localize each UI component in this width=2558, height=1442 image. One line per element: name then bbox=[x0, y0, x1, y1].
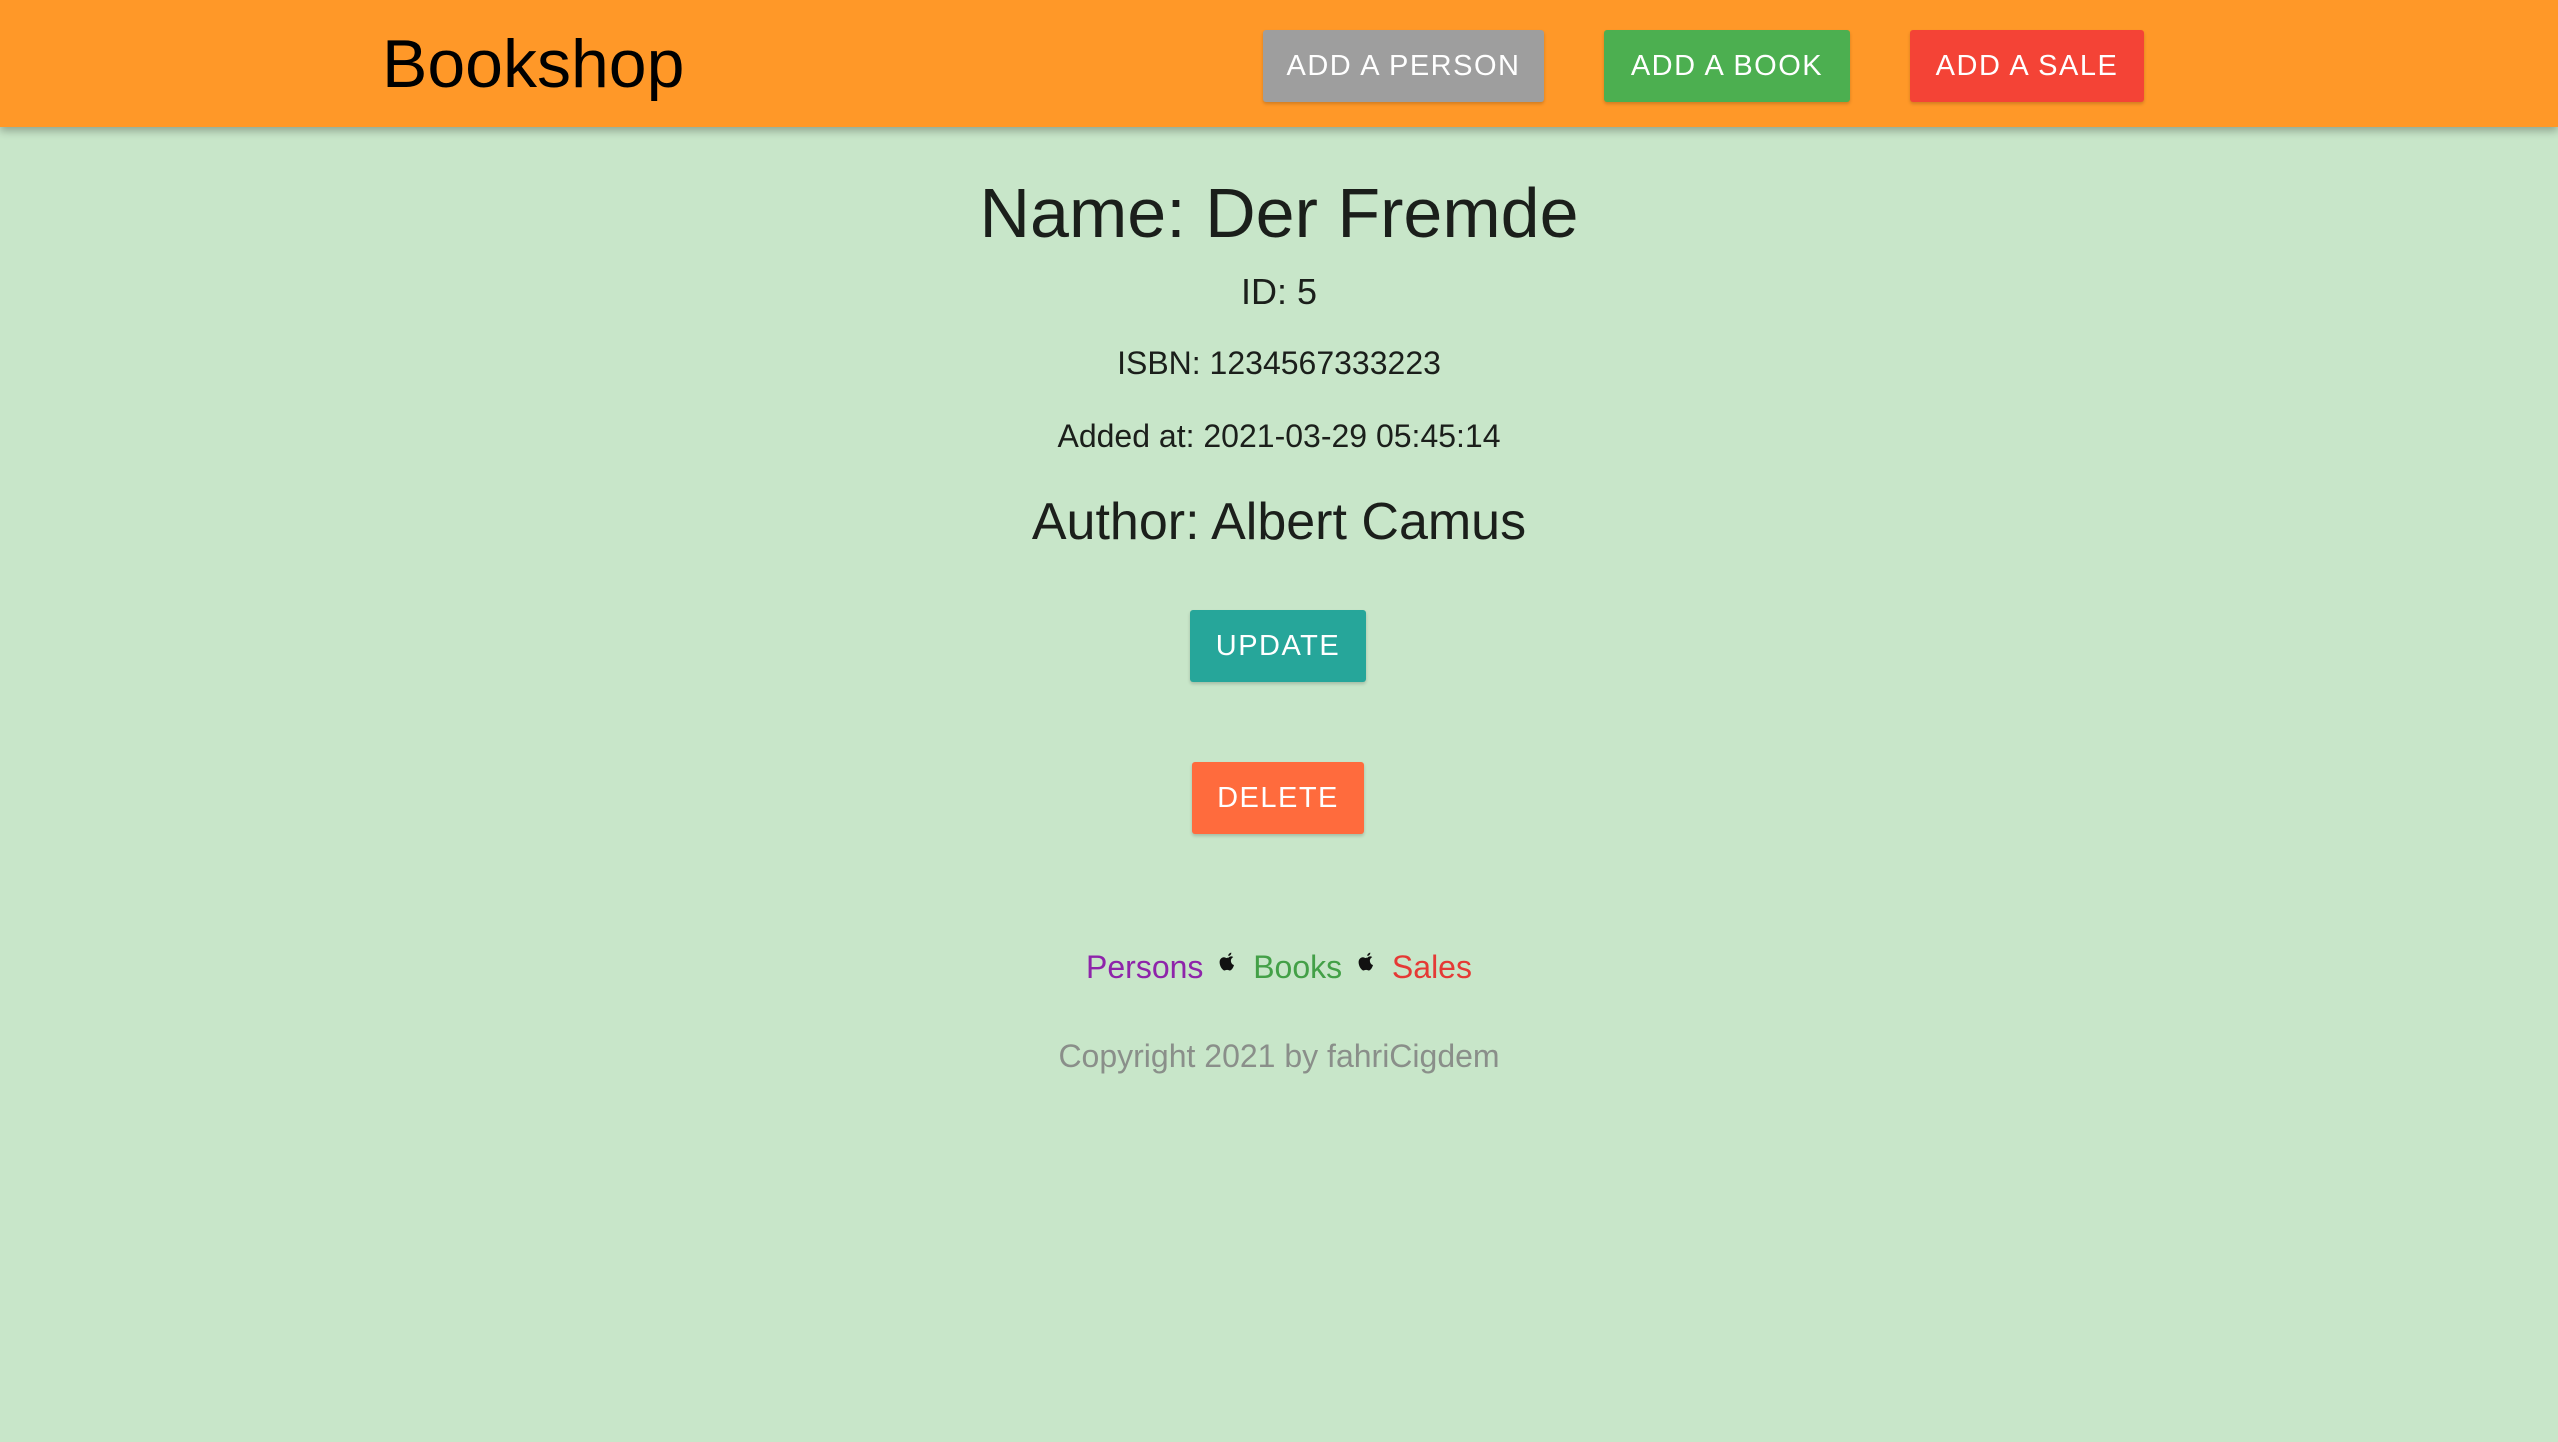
footer-link-books[interactable]: Books bbox=[1253, 949, 1342, 985]
book-id: ID: 5 bbox=[1240, 271, 1318, 312]
book-added-at: Added at: 2021-03-29 05:45:14 bbox=[1057, 418, 1501, 454]
footer-links: Persons Books Sales bbox=[0, 946, 2558, 988]
footer-link-sales[interactable]: Sales bbox=[1392, 949, 1472, 985]
copyright-text: Copyright 2021 by fahriCigdem bbox=[1058, 1038, 1500, 1074]
apple-icon bbox=[1357, 946, 1377, 988]
apple-icon bbox=[1218, 946, 1238, 988]
book-isbn: ISBN: 1234567333223 bbox=[1117, 345, 1441, 381]
book-author-heading: Author: Albert Camus bbox=[1031, 493, 1527, 551]
add-sale-button[interactable]: ADD A SALE bbox=[1910, 30, 2144, 102]
top-navbar: Bookshop ADD A PERSON ADD A BOOK ADD A S… bbox=[0, 0, 2558, 127]
add-book-button[interactable]: ADD A BOOK bbox=[1604, 30, 1850, 102]
delete-button[interactable]: DELETE bbox=[1192, 762, 1364, 834]
update-button[interactable]: UPDATE bbox=[1190, 610, 1366, 682]
add-person-button[interactable]: ADD A PERSON bbox=[1263, 30, 1544, 102]
footer-link-persons[interactable]: Persons bbox=[1086, 949, 1203, 985]
book-name-heading: Name: Der Fremde bbox=[979, 174, 1579, 252]
brand-logo-link[interactable]: Bookshop bbox=[382, 24, 684, 104]
